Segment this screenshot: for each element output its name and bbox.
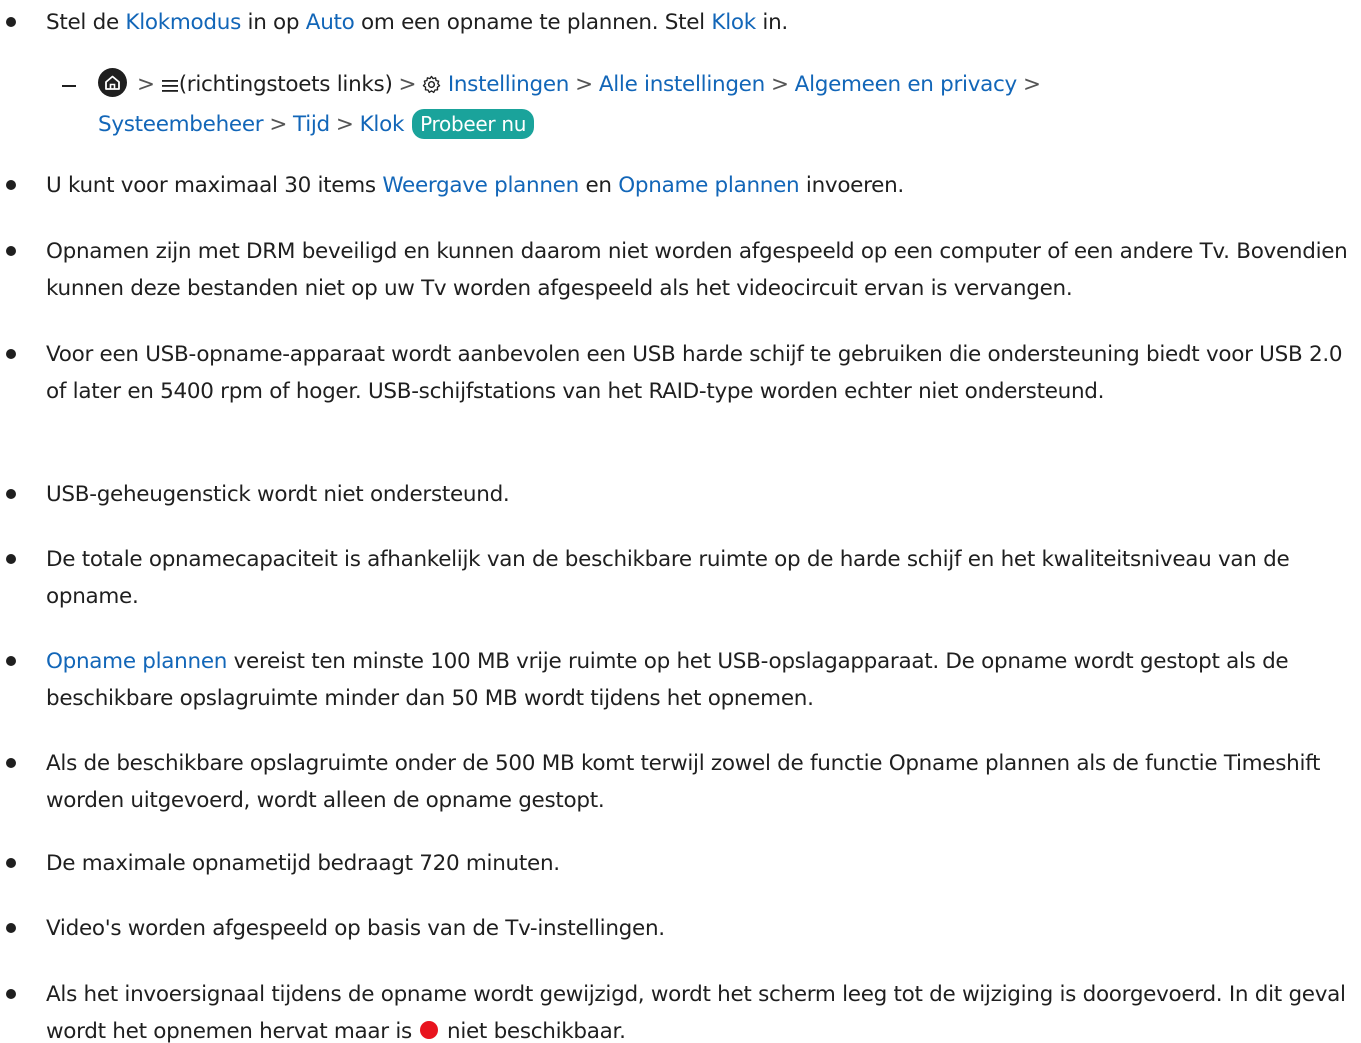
list-item-text: U kunt voor maximaal 30 items Weergave p… — [46, 167, 1351, 204]
bullet-dot — [6, 246, 16, 256]
bullet-dot — [6, 858, 16, 868]
path-step-algemeen-en-privacy[interactable]: Algemeen en privacy — [795, 72, 1018, 97]
separator: > — [1022, 72, 1041, 97]
bullet-dot — [6, 656, 16, 666]
body-text: Opnamen zijn met DRM beveiligd en kunnen… — [46, 239, 1348, 301]
path-step-systeembeheer[interactable]: Systeembeheer — [98, 112, 264, 137]
list-item-text: Opname plannen vereist ten minste 100 MB… — [46, 643, 1351, 717]
try-now-button[interactable]: Probeer nu — [412, 109, 535, 139]
document-page: Stel de Klokmodus in op Auto om een opna… — [0, 0, 1361, 1043]
path-step-alle-instellingen[interactable]: Alle instellingen — [599, 72, 765, 97]
list-item-text: Stel de Klokmodus in op Auto om een opna… — [46, 4, 1351, 41]
bullet-dot — [6, 17, 16, 27]
bullet-dot — [6, 349, 16, 359]
body-text: en — [578, 173, 619, 198]
body-text: om een opname te plannen. Stel — [354, 10, 712, 35]
bullet-dot — [6, 989, 16, 999]
body-text: vereist ten minste 100 MB vrije ruimte o… — [46, 649, 1289, 711]
body-text: USB-geheugenstick wordt niet ondersteund… — [46, 482, 510, 507]
menu-link[interactable]: Opname plannen — [46, 649, 227, 674]
separator: > — [137, 72, 155, 97]
body-text: in. — [755, 10, 788, 35]
separator: > — [398, 72, 417, 97]
body-text: Voor een USB-opname-apparaat wordt aanbe… — [46, 342, 1343, 404]
body-text: U kunt voor maximaal 30 items — [46, 173, 383, 198]
body-text: Als het invoersignaal tijdens de opname … — [46, 982, 1346, 1043]
bullet-dot — [6, 554, 16, 564]
list-item-text: Als de beschikbare opslagruimte onder de… — [46, 745, 1351, 819]
list-item-text: De maximale opnametijd bedraagt 720 minu… — [46, 845, 1351, 882]
list-item-text: Opnamen zijn met DRM beveiligd en kunnen… — [46, 233, 1351, 307]
body-text: Video's worden afgespeeld op basis van d… — [46, 916, 665, 941]
menu-link[interactable]: Opname plannen — [618, 173, 799, 198]
list-item-text: Video's worden afgespeeld op basis van d… — [46, 910, 1351, 947]
body-text: invoeren. — [799, 173, 904, 198]
bullet-dot — [6, 489, 16, 499]
bullet-dot — [6, 180, 16, 190]
list-item-text: De totale opnamecapaciteit is afhankelij… — [46, 541, 1351, 615]
list-item-text: Als het invoersignaal tijdens de opname … — [46, 976, 1351, 1043]
bullet-dot — [6, 758, 16, 768]
menu-icon — [161, 69, 179, 106]
body-text: niet beschikbaar. — [440, 1019, 626, 1043]
body-text: Stel de — [46, 10, 126, 35]
body-text: in op — [240, 10, 306, 35]
menu-link[interactable]: Klokmodus — [125, 10, 241, 35]
menu-link[interactable]: Auto — [306, 10, 355, 35]
path-step-instellingen[interactable]: Instellingen — [448, 72, 570, 97]
separator: > — [335, 112, 354, 137]
list-item-text: USB-geheugenstick wordt niet ondersteund… — [46, 476, 1351, 513]
dash-marker — [62, 66, 78, 103]
body-text: Als de beschikbare opslagruimte onder de… — [46, 751, 1321, 813]
body-text: De totale opnamecapaciteit is afhankelij… — [46, 547, 1290, 609]
path-step-klok[interactable]: Klok — [360, 112, 405, 137]
path-step-tijd[interactable]: Tijd — [293, 112, 330, 137]
gear-icon — [422, 69, 441, 106]
menu-link[interactable]: Weergave plannen — [382, 173, 579, 198]
settings-path-text: > (richtingstoets links) > Instellingen > Al… — [98, 66, 1321, 143]
menu-note: (richtingstoets links) — [178, 72, 393, 97]
separator: > — [770, 72, 789, 97]
menu-link[interactable]: Klok — [711, 10, 756, 35]
separator: > — [269, 112, 288, 137]
separator: > — [575, 72, 593, 97]
home-icon — [98, 68, 127, 97]
record-dot-icon — [420, 1021, 439, 1039]
body-text: De maximale opnametijd bedraagt 720 minu… — [46, 851, 560, 876]
list-item-text: Voor een USB-opname-apparaat wordt aanbe… — [46, 336, 1351, 410]
bullet-dot — [6, 923, 16, 933]
